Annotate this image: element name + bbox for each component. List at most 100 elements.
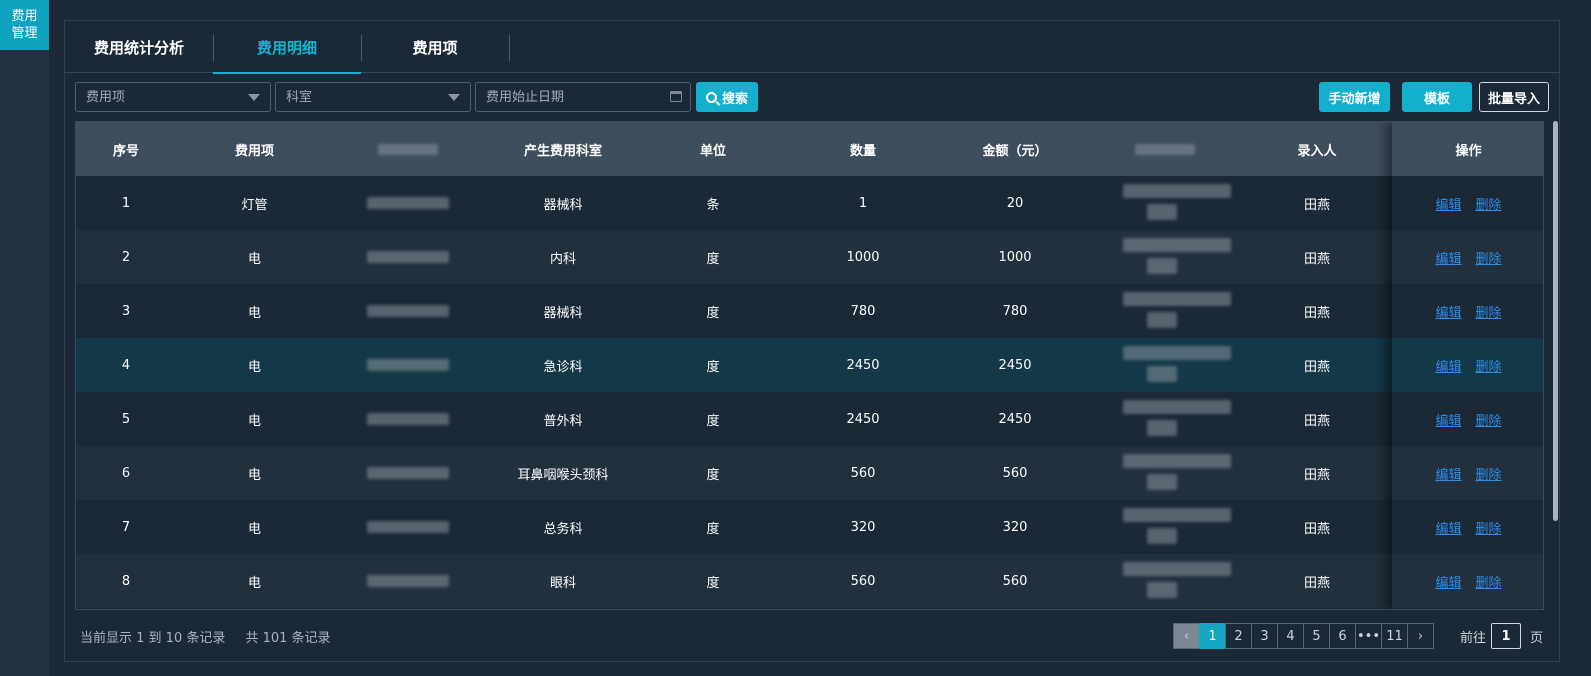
cell-entered-by: 田燕 [1303,575,1330,591]
cell-redacted [333,176,483,230]
department-select[interactable] [275,82,471,112]
table-row-actions: 编辑 删除 [1392,284,1543,338]
cell-unit: 度 [706,251,720,267]
search-button[interactable]: 搜索 [696,82,758,112]
cell-fee-item: 电 [247,413,261,429]
edit-link[interactable]: 编辑 [1435,410,1461,429]
cell-redacted [1087,554,1242,608]
tab-fee-items[interactable]: 费用项 [361,21,509,73]
cell-no: 6 [121,465,131,481]
prev-page-button[interactable]: ‹ [1173,623,1200,649]
redacted-text [1123,184,1231,198]
tab-fee-details[interactable]: 费用明细 [213,21,361,74]
page-button[interactable]: 11 [1381,623,1408,649]
cell-redacted [1087,284,1242,338]
edit-link[interactable]: 编辑 [1435,518,1461,537]
table-row[interactable]: 5 电 普外科 度 2450 2450 田燕 [76,392,1543,446]
sidebar: 费用 管理 [0,0,49,676]
table-row[interactable]: 2 电 内科 度 1000 1000 田燕 [76,230,1543,284]
next-page-button[interactable]: › [1407,623,1434,649]
cell-redacted [1087,338,1242,392]
delete-link[interactable]: 删除 [1476,572,1502,591]
page-button[interactable]: 2 [1225,623,1252,649]
cell-unit: 度 [706,575,720,591]
search-icon [705,91,717,103]
delete-link[interactable]: 删除 [1476,356,1502,375]
template-button[interactable]: 模板 [1402,82,1472,112]
cell-redacted [333,230,483,284]
table-scrollbar[interactable] [1553,121,1558,521]
table-row[interactable]: 1 灯管 器械科 条 1 20 田燕 [76,176,1543,230]
table-row[interactable]: 7 电 总务科 度 320 320 田燕 [76,500,1543,554]
cell-fee-item: 电 [247,251,261,267]
more-pages-button[interactable]: ••• [1355,623,1382,649]
page-button[interactable]: 1 [1199,623,1226,649]
delete-link[interactable]: 删除 [1476,464,1502,483]
sidebar-item-fee-management[interactable]: 费用 管理 [0,0,49,50]
edit-link[interactable]: 编辑 [1435,248,1461,267]
table-row[interactable]: 3 电 器械科 度 780 780 田燕 [76,284,1543,338]
page-button[interactable]: 3 [1251,623,1278,649]
cell-amount: 2450 [998,357,1032,373]
calendar-icon [670,91,682,102]
cell-redacted [333,446,483,500]
delete-link[interactable]: 删除 [1476,302,1502,321]
goto-page-input[interactable]: 1 [1491,623,1521,649]
redacted-text [1123,238,1231,252]
redacted-text [1147,258,1177,274]
cell-entered-by: 田燕 [1303,413,1330,429]
chevron-down-icon [448,94,460,101]
cell-entered-by: 田燕 [1303,197,1330,213]
cell-no: 7 [121,519,131,535]
delete-link[interactable]: 删除 [1476,248,1502,267]
cell-quantity: 560 [850,465,876,481]
record-total-text: 共 101 条记录 [245,631,331,646]
page-suffix: 页 [1530,631,1544,646]
cell-fee-item: 电 [247,521,261,537]
delete-link[interactable]: 删除 [1476,410,1502,429]
table-row[interactable]: 8 电 眼科 度 560 560 田燕 [76,554,1543,608]
cell-redacted [333,554,483,608]
date-range-picker[interactable] [475,82,691,112]
edit-link[interactable]: 编辑 [1435,464,1461,483]
cell-quantity: 320 [850,519,876,535]
redacted-text [367,413,449,425]
tab-fee-statistics[interactable]: 费用统计分析 [65,21,213,73]
column-header-fee-item: 费用项 [234,143,274,159]
cell-unit: 度 [706,467,720,483]
delete-link[interactable]: 删除 [1476,518,1502,537]
redacted-text [367,197,449,209]
cell-amount: 560 [1002,465,1028,481]
page-button[interactable]: 4 [1277,623,1304,649]
page-button[interactable]: 5 [1303,623,1330,649]
redacted-text [1134,143,1195,155]
table-row[interactable]: 4 电 急诊科 度 2450 2450 田燕 [76,338,1543,392]
cell-amount: 2450 [998,411,1032,427]
date-range-input[interactable] [486,89,690,105]
page-button[interactable]: 6 [1329,623,1356,649]
redacted-text [367,359,449,371]
goto-label: 前往 [1460,631,1487,646]
batch-import-button[interactable]: 批量导入 [1479,82,1549,112]
cell-redacted [1087,446,1242,500]
table-row[interactable]: 6 电 耳鼻咽喉头颈科 度 560 560 田燕 [76,446,1543,500]
edit-link[interactable]: 编辑 [1435,356,1461,375]
delete-link[interactable]: 删除 [1476,194,1502,213]
cell-redacted [333,338,483,392]
edit-link[interactable]: 编辑 [1435,572,1461,591]
edit-link[interactable]: 编辑 [1435,302,1461,321]
fee-item-input[interactable] [86,89,270,105]
cell-department: 急诊科 [543,359,583,375]
manual-add-button[interactable]: 手动新增 [1319,82,1390,112]
cell-quantity: 780 [850,303,876,319]
pagination: ‹ 1 2 3 4 5 6 ••• 11 › [1173,623,1434,649]
edit-link[interactable]: 编辑 [1435,194,1461,213]
cell-amount: 1000 [998,249,1032,265]
department-input[interactable] [286,89,470,105]
redacted-text [367,521,449,533]
cell-no: 8 [121,573,131,589]
cell-department: 内科 [549,251,576,267]
fee-item-select[interactable] [75,82,271,112]
cell-redacted [1087,230,1242,284]
search-button-label: 搜索 [721,91,748,107]
